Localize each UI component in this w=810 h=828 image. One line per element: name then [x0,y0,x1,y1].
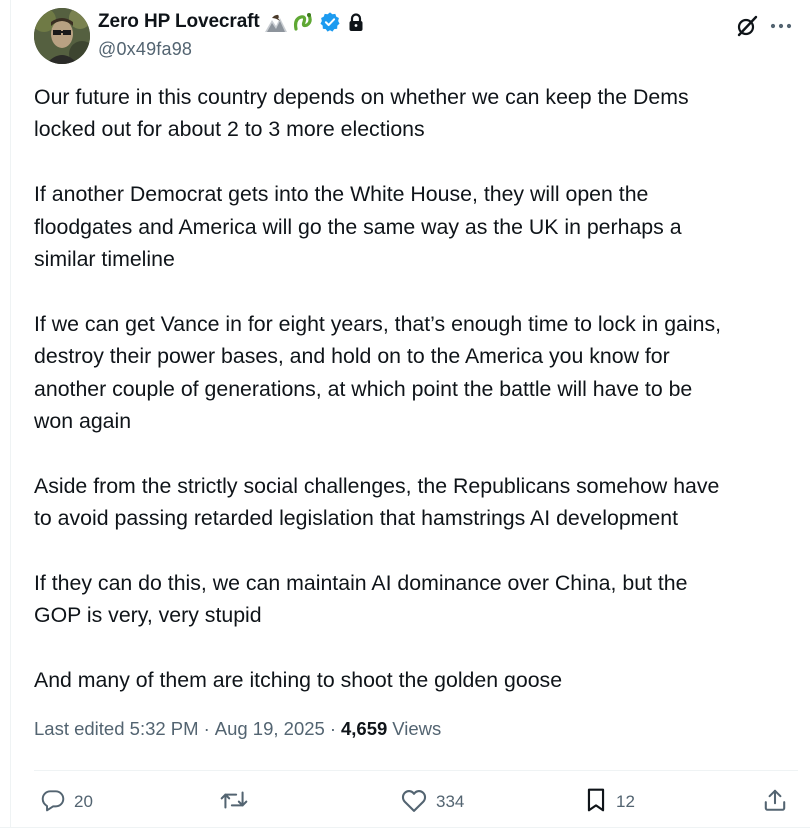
share-icon [762,787,788,818]
tweet-paragraph: Aside from the strictly social challenge… [34,473,720,531]
reply-icon [40,787,66,818]
name-row: Zero HP Lovecraft [98,10,366,34]
bookmark-count: 12 [616,792,635,811]
like-icon [400,787,428,818]
top-actions [730,12,798,40]
divider [34,770,798,771]
repost-icon [219,787,249,818]
tweet-meta: Last edited 5:32 PM · Aug 19, 2025 · 4,6… [34,718,441,740]
like-count: 334 [436,792,465,811]
views-count: 4,659 [340,718,388,739]
tweet-text: Our future in this country depends on wh… [34,81,804,729]
grok-icon[interactable] [730,12,764,40]
lock-icon [346,12,366,32]
action-bar: 20 334 12 [34,784,800,820]
reply-count: 20 [74,792,93,811]
tweet-paragraph: And many of them are itching to shoot th… [34,668,563,693]
tweet-paragraph: If another Democrat gets into the White … [34,182,682,272]
verified-badge-icon[interactable] [319,11,341,33]
handle[interactable]: @0x49fa98 [98,39,366,60]
meta-separator: · [203,718,210,739]
tweet-paragraph: Our future in this country depends on wh… [34,85,689,142]
tweet-paragraph: If we can get Vance in for eight years, … [34,311,722,434]
more-options-icon[interactable] [764,12,798,40]
share-button[interactable] [762,784,796,820]
views-label: Views [392,718,442,739]
post-date[interactable]: Aug 19, 2025 [215,718,325,740]
bookmark-icon [584,787,608,818]
like-button[interactable]: 334 [400,784,464,820]
eagle-mountain-icon [264,12,287,32]
meta-separator: · [329,718,336,739]
edited-timestamp[interactable]: Last edited 5:32 PM [34,718,199,740]
tweet-paragraph: If they can do this, we can maintain AI … [34,571,688,628]
author-identity: Zero HP Lovecraft @0x49fa98 [98,10,366,60]
bookmark-button[interactable]: 12 [584,784,635,820]
reply-button[interactable]: 20 [40,784,93,820]
green-squiggle-icon [292,11,314,33]
repost-button[interactable] [219,784,257,820]
tweet-header: Zero HP Lovecraft @0x49fa98 [34,8,798,64]
display-name[interactable]: Zero HP Lovecraft [98,11,260,33]
avatar[interactable] [34,8,90,64]
timeline-border-left [10,0,11,828]
